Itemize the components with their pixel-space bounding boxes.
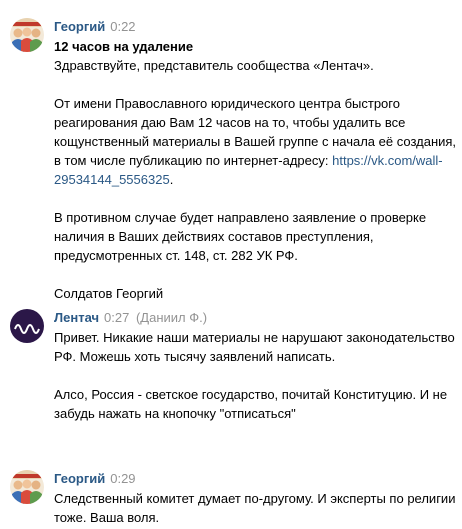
author-name[interactable]: Лентач xyxy=(54,310,99,325)
message-body: Привет. Никакие наши материалы не наруша… xyxy=(54,328,458,423)
cartoon-group-avatar-icon xyxy=(10,470,44,504)
message-greeting: Здравствуйте, представитель сообщества «… xyxy=(54,58,374,73)
author-name[interactable]: Георгий xyxy=(54,471,105,486)
message-time[interactable]: 0:27 xyxy=(104,310,129,325)
author-name[interactable]: Георгий xyxy=(54,19,105,34)
avatar-lentach[interactable] xyxy=(10,309,44,343)
sender-note: (Даниил Ф.) xyxy=(135,310,208,325)
message-paragraph: Алсо, Россия - светское государство, поч… xyxy=(54,387,448,421)
message-header: Георгий 0:22 xyxy=(54,19,136,35)
message-paragraph: От имени Православного юридического цент… xyxy=(54,94,458,189)
message-body: Следственный комитет думает по-другому. … xyxy=(54,489,458,527)
message-signature: Солдатов Георгий xyxy=(54,286,164,301)
message-subject: 12 часов на удаление xyxy=(54,39,194,54)
cartoon-group-avatar-icon xyxy=(10,18,44,52)
message-paragraph: В противном случае будет направлено заяв… xyxy=(54,210,427,263)
message-body: 12 часов на удаление Здравствуйте, предс… xyxy=(54,37,458,303)
message-time[interactable]: 0:22 xyxy=(110,19,135,34)
message-paragraph: Следственный комитет думает по-другому. … xyxy=(54,491,456,525)
message-time[interactable]: 0:29 xyxy=(110,471,135,486)
message-paragraph: Привет. Никакие наши материалы не наруша… xyxy=(54,330,455,364)
avatar-georgiy[interactable] xyxy=(10,470,44,504)
lentach-wave-logo-icon xyxy=(10,309,44,343)
message-header: Лентач 0:27 (Даниил Ф.) xyxy=(54,310,207,326)
avatar-georgiy[interactable] xyxy=(10,18,44,52)
link-suffix: . xyxy=(169,172,174,187)
message-header: Георгий 0:29 xyxy=(54,471,136,487)
